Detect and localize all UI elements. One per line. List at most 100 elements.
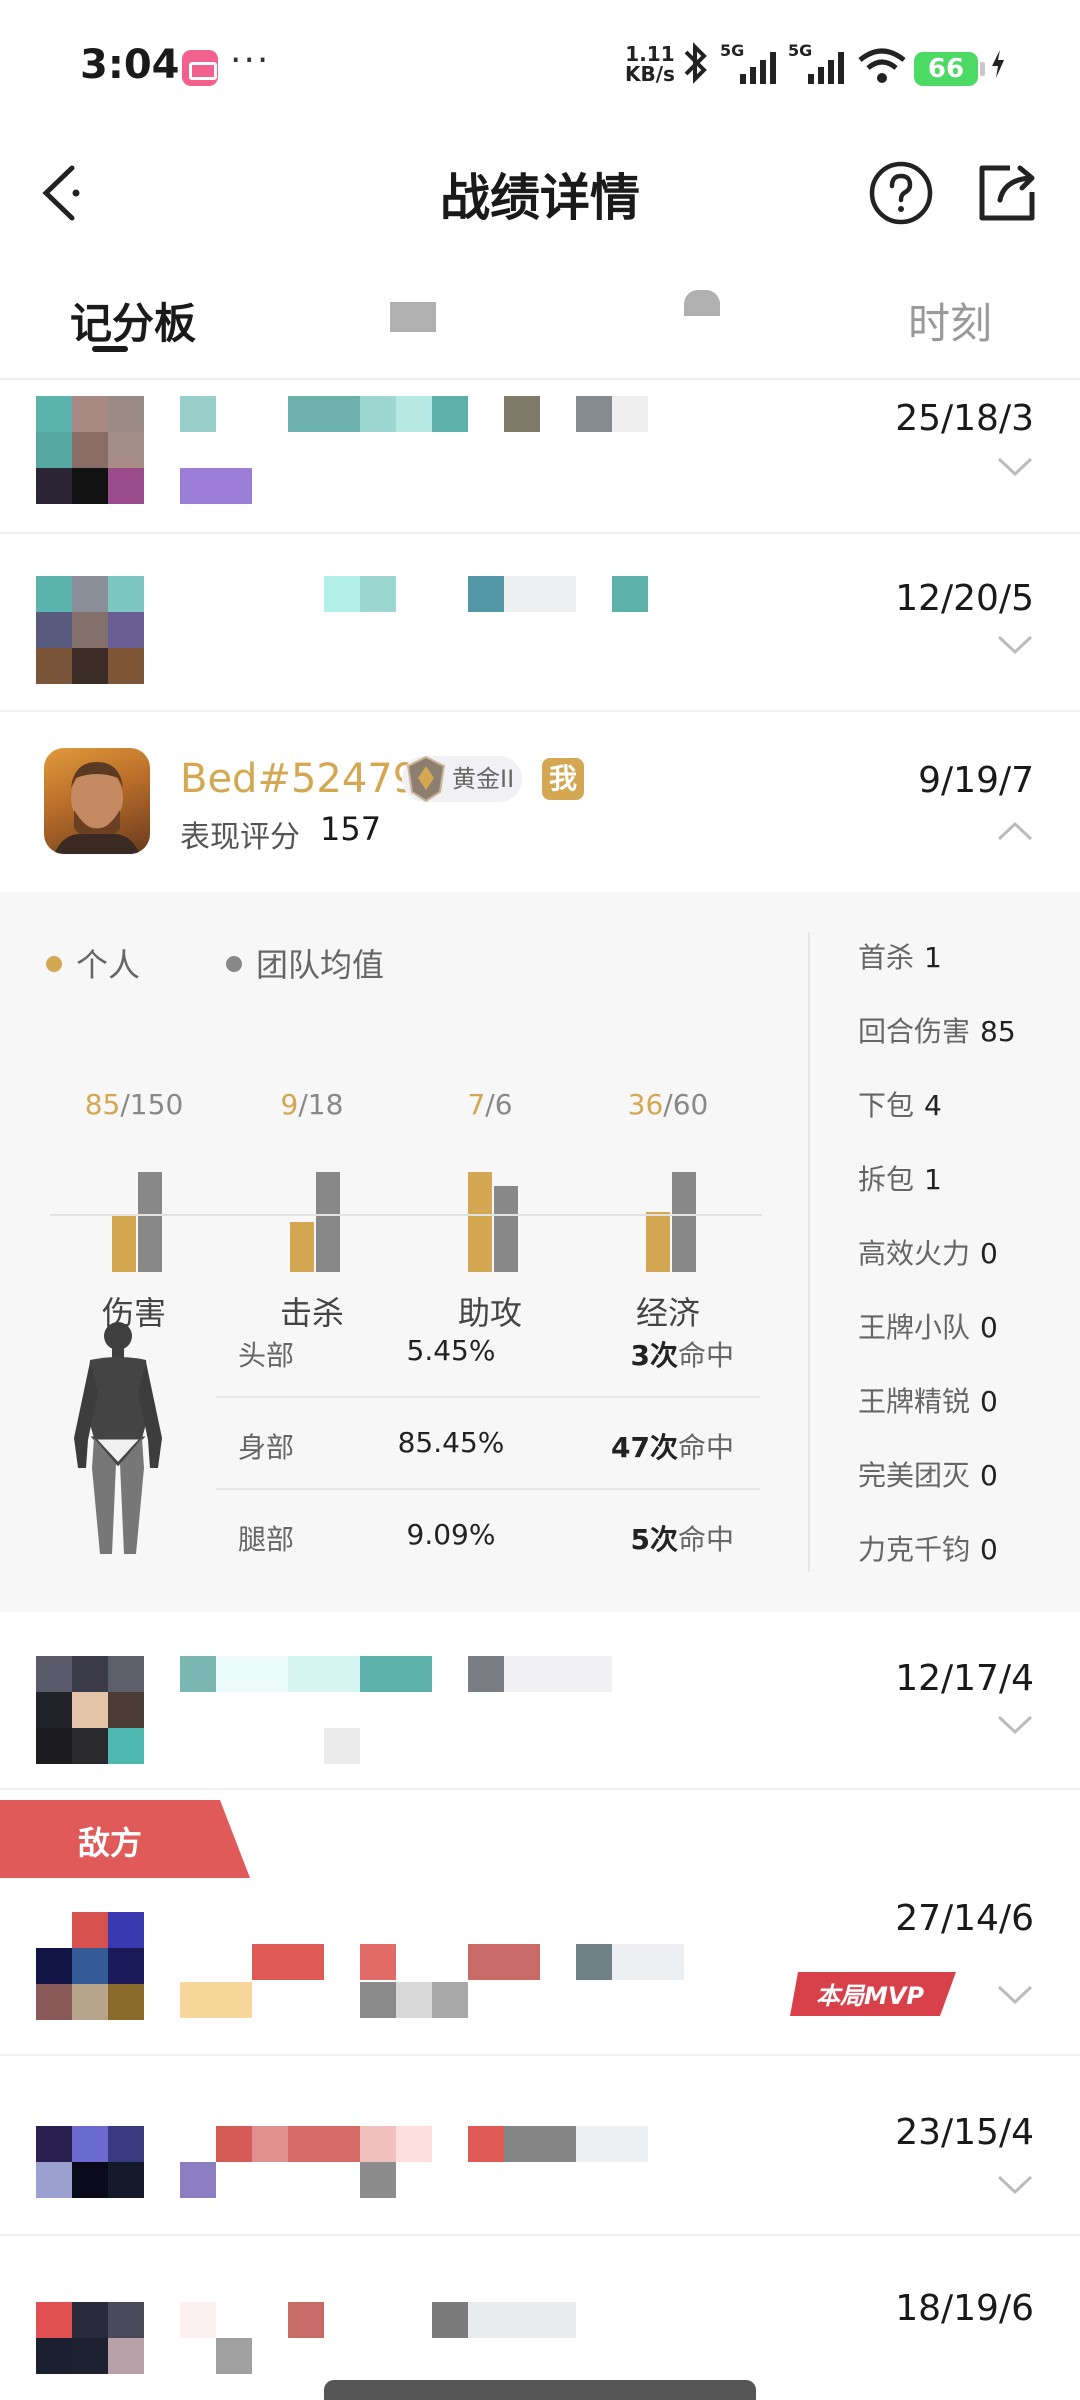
- player-row[interactable]: 18/19/6: [0, 2236, 1080, 2400]
- hit-row-legs: 腿部 9.09% 5次命中: [216, 1490, 760, 1582]
- kda-value: 12/17/4: [895, 1658, 1034, 1699]
- status-bar: 3:04 ··· 1.11 KB/s 5G 5G 66: [0, 0, 1080, 130]
- stat-value: 1: [924, 941, 942, 974]
- network-speed-unit: KB/s: [625, 62, 675, 86]
- stat-round-damage: 回合伤害 85: [858, 1010, 1016, 1050]
- kda-value: 23/15/4: [895, 2112, 1034, 2153]
- bar-personal: [468, 1172, 492, 1272]
- hit-count-value: 3次: [630, 1339, 678, 1372]
- wifi-icon: [858, 48, 906, 83]
- stat-efficient-fire: 高效火力 0: [858, 1232, 998, 1272]
- player-row[interactable]: 12/20/5: [0, 534, 1080, 712]
- bar-value-label: 7/6: [467, 1088, 513, 1121]
- chevron-up-icon[interactable]: [996, 820, 1034, 842]
- share-icon[interactable]: [970, 156, 1042, 228]
- more-notifications-icon: ···: [230, 40, 271, 81]
- battery-icon: 66: [914, 52, 985, 86]
- avatar: [36, 576, 144, 684]
- player-name: Bed#52479: [180, 756, 419, 802]
- hit-count: 3次命中: [631, 1334, 735, 1374]
- hit-count: 5次命中: [631, 1518, 735, 1558]
- hit-count-suffix: 命中: [677, 1523, 734, 1556]
- hit-part: 腿部: [238, 1523, 295, 1556]
- legend-personal-dot: [46, 956, 62, 972]
- me-badge: 我: [542, 758, 584, 800]
- player-row[interactable]: 27/14/6: [0, 1878, 1080, 2056]
- stat-value: 0: [980, 1533, 998, 1566]
- stat-defuse: 拆包 1: [858, 1158, 942, 1198]
- panel-divider: [808, 932, 810, 1572]
- question-circle-icon[interactable]: [866, 158, 936, 228]
- avatar: [36, 2126, 144, 2234]
- enemy-team-label: 敌方: [78, 1824, 143, 1862]
- rank-badge: 黄金II: [402, 755, 522, 803]
- player-row[interactable]: 12/17/4: [0, 1612, 1080, 1790]
- hit-part: 头部: [238, 1339, 295, 1372]
- score-label: 表现评分: [180, 820, 300, 855]
- player-row-self[interactable]: Bed#52479 黄金II 我 表现评分 157 9/19/7: [0, 712, 1080, 892]
- app-notification-icon: [182, 50, 218, 86]
- tab-active-indicator: [92, 346, 128, 352]
- chevron-down-icon[interactable]: [996, 456, 1034, 478]
- kda-value: 9/19/7: [918, 760, 1034, 801]
- stat-label: 王牌小队: [858, 1311, 971, 1344]
- chevron-down-icon[interactable]: [996, 2174, 1034, 2196]
- bar-value-label: 85/150: [84, 1088, 184, 1121]
- chevron-down-icon[interactable]: [996, 634, 1034, 656]
- player-row[interactable]: 25/18/3: [0, 380, 1080, 534]
- chevron-down-icon[interactable]: [996, 1714, 1034, 1736]
- tab-scoreboard[interactable]: 记分板: [70, 290, 196, 351]
- header-bar: 战绩详情: [0, 130, 1080, 260]
- bluetooth-icon: [684, 42, 707, 84]
- rank-shield-icon: [406, 755, 446, 803]
- cellular-signal-icon: 5G: [720, 41, 776, 84]
- hit-count-suffix: 命中: [677, 1431, 734, 1464]
- hit-count-value: 5次: [630, 1523, 678, 1556]
- charging-icon: [992, 50, 1004, 78]
- player-row[interactable]: 23/15/4: [0, 2056, 1080, 2236]
- stat-value: 0: [980, 1311, 998, 1344]
- avatar: [36, 396, 144, 504]
- legend-personal: 个人: [46, 940, 140, 986]
- mvp-label: 本局MVP: [816, 1982, 924, 2010]
- bar-team: [138, 1172, 162, 1272]
- stat-ace-elite: 王牌精锐 0: [858, 1380, 998, 1420]
- status-time: 3:04: [80, 42, 180, 88]
- signal-1-label: 5G: [720, 41, 744, 60]
- score-value: 157: [320, 810, 382, 848]
- chart-baseline: [50, 1214, 762, 1216]
- home-indicator[interactable]: [324, 2380, 756, 2400]
- kda-value: 18/19/6: [895, 2288, 1034, 2329]
- tab-3-redacted[interactable]: [684, 290, 720, 316]
- hit-row-head: 头部 5.45% 3次命中: [216, 1306, 760, 1398]
- stats-detail-panel: 个人 团队均值 85/150 伤害 9/18 击杀 7/6 助攻 36/60 经济 头部 5.…: [0, 892, 1080, 1612]
- tab-2-redacted[interactable]: [390, 302, 436, 332]
- hit-percent: 85.45%: [397, 1426, 505, 1459]
- body-silhouette-icon: [74, 1322, 162, 1554]
- chevron-down-icon[interactable]: [996, 1984, 1034, 2006]
- stat-label: 拆包: [858, 1163, 915, 1196]
- stat-label: 回合伤害: [858, 1015, 971, 1048]
- kda-value: 12/20/5: [895, 578, 1034, 619]
- cellular-signal-icon-2: 5G: [788, 41, 844, 84]
- stat-plant: 下包 4: [858, 1084, 942, 1124]
- avatar: [36, 2302, 144, 2400]
- legend-team: 团队均值: [226, 940, 384, 986]
- hit-row-body: 身部 85.45% 47次命中: [216, 1398, 760, 1490]
- stat-value: 1: [924, 1163, 942, 1196]
- stat-first-kill: 首杀 1: [858, 936, 942, 976]
- stat-label: 力克千钧: [858, 1533, 971, 1566]
- avatar: [36, 1912, 144, 2020]
- stat-value: 85: [980, 1015, 1016, 1048]
- tab-moments[interactable]: 时刻: [908, 290, 992, 351]
- bar-team: [316, 1172, 340, 1272]
- stat-value: 0: [980, 1385, 998, 1418]
- bar-value-label: 36/60: [627, 1088, 709, 1121]
- hit-count-suffix: 命中: [677, 1339, 734, 1372]
- hit-count: 47次命中: [611, 1426, 734, 1466]
- stat-value: 0: [980, 1459, 998, 1492]
- stat-label: 完美团灭: [858, 1459, 971, 1492]
- bar-personal: [646, 1212, 670, 1272]
- stat-value: 4: [924, 1089, 942, 1122]
- hit-percent: 9.09%: [406, 1518, 496, 1551]
